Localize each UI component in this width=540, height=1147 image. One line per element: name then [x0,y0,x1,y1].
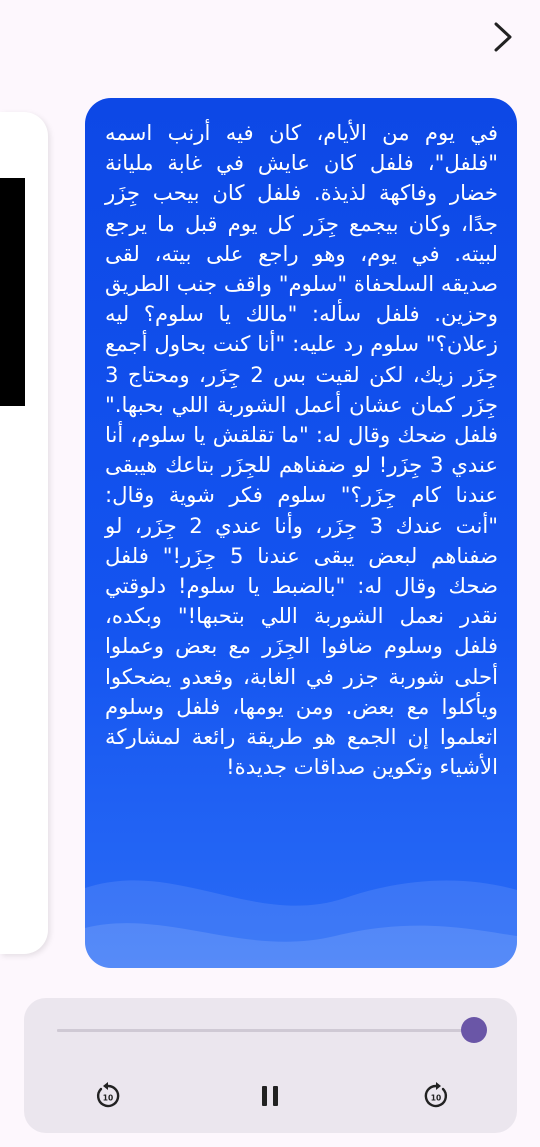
rewind-10-button[interactable]: 10 [94,1082,122,1110]
rewind-icon: 10 [96,1082,120,1108]
previous-page-card[interactable] [0,112,48,954]
previous-page-image [0,178,25,406]
story-text: في يوم من الأيام، كان فيه أرنب اسمه "فلف… [105,120,498,780]
pause-icon [262,1086,278,1106]
forward-label: 10 [431,1094,441,1103]
chevron-right-icon[interactable] [488,20,518,54]
progress-thumb[interactable] [461,1017,488,1043]
progress-slider[interactable] [57,1017,488,1043]
forward-icon: 10 [424,1082,448,1108]
story-card: في يوم من الأيام، كان فيه أرنب اسمه "فلف… [85,98,517,968]
rewind-label: 10 [103,1094,113,1103]
progress-fill [57,1029,475,1032]
card-wave-decoration [85,880,517,968]
audio-player: 10 10 [24,998,517,1133]
forward-10-button[interactable]: 10 [422,1082,450,1110]
pause-button[interactable] [259,1084,281,1108]
